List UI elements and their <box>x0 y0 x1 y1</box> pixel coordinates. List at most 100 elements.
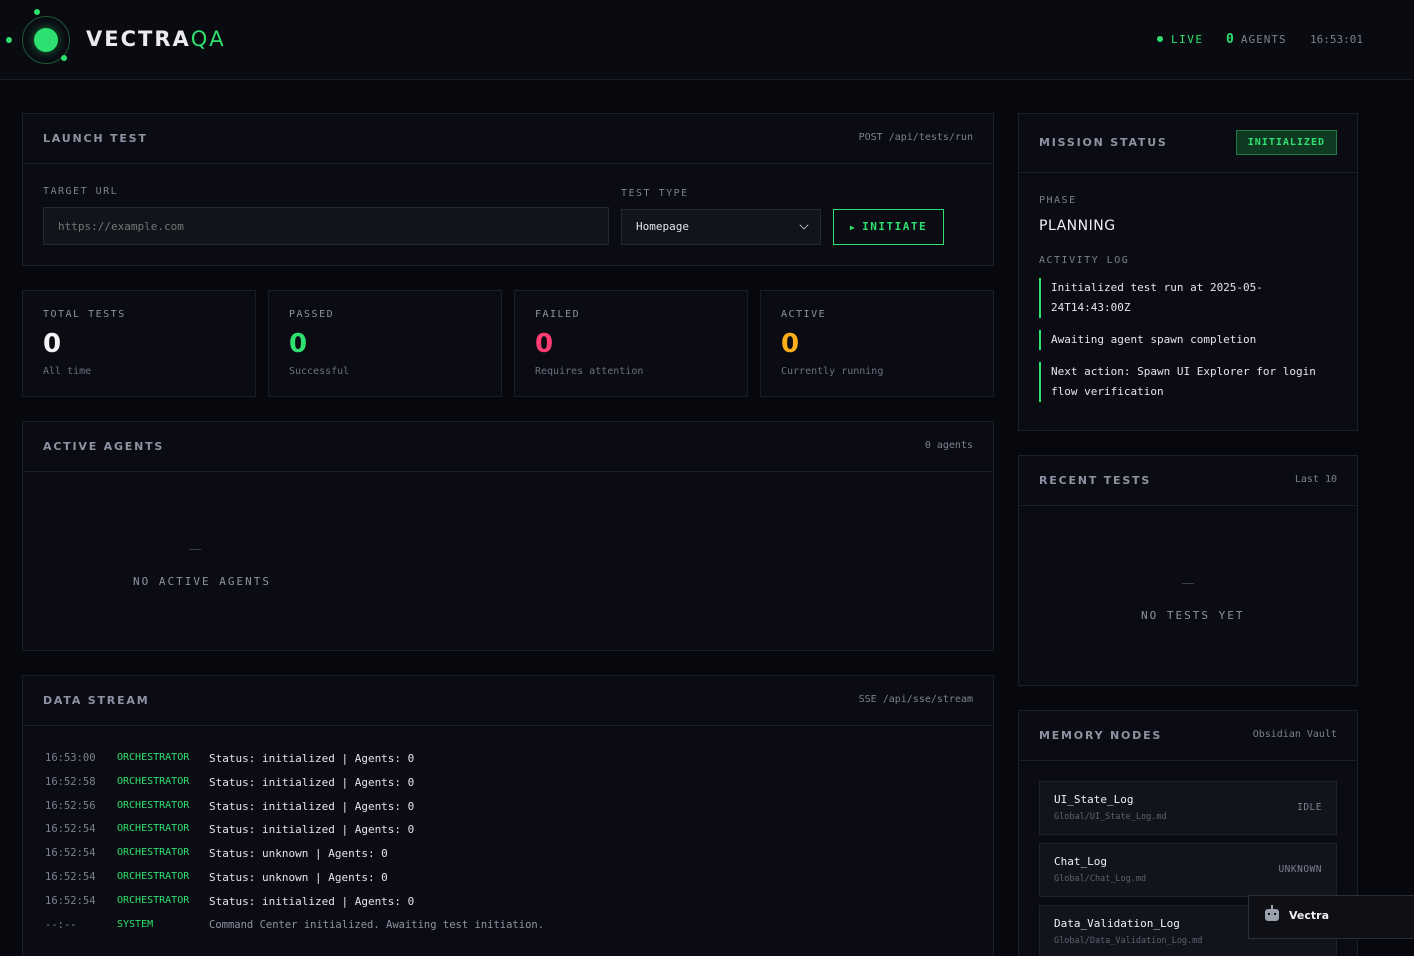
mission-status-header: MISSION STATUS INITIALIZED <box>1019 114 1357 173</box>
phase-value: PLANNING <box>1039 218 1116 234</box>
data-stream-header: DATA STREAM SSE /api/sse/stream <box>23 676 993 726</box>
stat-total-tests: TOTAL TESTS 0 All time <box>22 290 256 397</box>
launch-test-header: LAUNCH TEST POST /api/tests/run <box>23 114 993 164</box>
memory-node-card[interactable]: UI_State_Log Global/UI_State_Log.md IDLE <box>1039 781 1337 835</box>
log-source: ORCHESTRATOR <box>117 871 190 882</box>
test-type-label: TEST TYPE <box>621 188 689 199</box>
phase-label: PHASE <box>1039 195 1077 206</box>
log-source: ORCHESTRATOR <box>117 847 190 858</box>
log-source: SYSTEM <box>117 919 154 930</box>
recent-tests-header: RECENT TESTS Last 10 <box>1019 456 1357 506</box>
launch-test-title: LAUNCH TEST <box>43 132 148 145</box>
stat-sub: Currently running <box>781 366 884 377</box>
memory-node-name: Chat_Log <box>1054 855 1107 868</box>
log-time: --:-- <box>45 919 77 931</box>
initiate-label: INITIATE <box>862 220 928 233</box>
log-time: 16:52:56 <box>45 800 96 812</box>
agents-counter: 0 AGENTS <box>1226 32 1287 47</box>
live-dot-icon <box>1157 36 1163 42</box>
vectra-label: Vectra <box>1289 909 1329 922</box>
stat-passed: PASSED 0 Successful <box>268 290 502 397</box>
recent-tests-panel: RECENT TESTS Last 10 NO TESTS YET <box>1018 455 1358 686</box>
stat-label: FAILED <box>535 309 581 320</box>
active-agents-title: ACTIVE AGENTS <box>43 440 165 453</box>
no-tests-text: NO TESTS YET <box>1141 609 1245 622</box>
recent-tests-title: RECENT TESTS <box>1039 474 1152 487</box>
activity-item: Awaiting agent spawn completion <box>1039 330 1329 350</box>
target-url-label: TARGET URL <box>43 186 119 197</box>
play-icon: ▶ <box>849 223 857 232</box>
activity-log-label: ACTIVITY LOG <box>1039 255 1130 266</box>
stat-value: 0 <box>781 329 800 359</box>
log-message: Command Center initialized. Awaiting tes… <box>209 919 545 931</box>
data-stream-panel: DATA STREAM SSE /api/sse/stream 16:53:00… <box>22 675 994 956</box>
stat-value: 0 <box>43 329 62 359</box>
active-agents-header: ACTIVE AGENTS 0 agents <box>23 422 993 472</box>
memory-node-card[interactable]: Chat_Log Global/Chat_Log.md UNKNOWN <box>1039 843 1337 897</box>
test-type-value: Homepage <box>636 220 689 233</box>
target-url-input[interactable] <box>43 207 609 245</box>
clock: 16:53:01 <box>1310 33 1363 46</box>
vectra-assistant-button[interactable]: Vectra <box>1248 895 1414 939</box>
status-badge: INITIALIZED <box>1235 130 1337 155</box>
active-agents-panel: ACTIVE AGENTS 0 agents NO ACTIVE AGENTS <box>22 421 994 651</box>
activity-item: Next action: Spawn UI Explorer for login… <box>1039 362 1329 402</box>
log-time: 16:52:58 <box>45 776 96 788</box>
log-message: Status: initialized | Agents: 0 <box>209 895 415 908</box>
brand-name: VECTRAQA <box>86 27 226 51</box>
log-time: 16:52:54 <box>45 895 96 907</box>
brand-main: VECTRA <box>86 27 191 51</box>
memory-node-path: Global/UI_State_Log.md <box>1054 812 1167 822</box>
stat-sub: All time <box>43 366 92 377</box>
launch-endpoint: POST /api/tests/run <box>858 132 973 143</box>
log-message: Status: initialized | Agents: 0 <box>209 800 415 813</box>
memory-node-path: Global/Chat_Log.md <box>1054 874 1147 884</box>
recent-tests-meta: Last 10 <box>1294 474 1337 485</box>
log-time: 16:52:54 <box>45 847 96 859</box>
robot-icon <box>1265 905 1279 921</box>
stat-sub: Requires attention <box>535 366 644 377</box>
stat-failed: FAILED 0 Requires attention <box>514 290 748 397</box>
log-message: Status: unknown | Agents: 0 <box>209 847 388 860</box>
stream-endpoint: SSE /api/sse/stream <box>858 694 973 705</box>
agents-count-label: AGENTS <box>1240 33 1287 46</box>
stat-label: ACTIVE <box>781 309 827 320</box>
log-message: Status: unknown | Agents: 0 <box>209 871 388 884</box>
memory-node-name: Data_Validation_Log <box>1054 917 1180 930</box>
memory-node-status: UNKNOWN <box>1278 864 1322 875</box>
stat-label: TOTAL TESTS <box>43 309 126 320</box>
mission-status-panel: MISSION STATUS INITIALIZED PHASE PLANNIN… <box>1018 113 1358 431</box>
empty-dash-icon <box>189 549 201 550</box>
stat-value: 0 <box>535 329 554 359</box>
logo-orbit-dot <box>61 55 67 61</box>
launch-test-panel: LAUNCH TEST POST /api/tests/run TARGET U… <box>22 113 994 266</box>
mission-status-title: MISSION STATUS <box>1039 136 1168 149</box>
chevron-down-icon <box>799 220 809 230</box>
stat-label: PASSED <box>289 309 335 320</box>
memory-node-name: UI_State_Log <box>1054 793 1134 806</box>
log-time: 16:53:00 <box>45 752 96 764</box>
stat-active: ACTIVE 0 Currently running <box>760 290 994 397</box>
initiate-button[interactable]: ▶ INITIATE <box>833 209 944 245</box>
log-message: Status: initialized | Agents: 0 <box>209 752 415 765</box>
log-source: ORCHESTRATOR <box>117 823 190 834</box>
test-type-select[interactable]: Homepage <box>621 209 821 245</box>
top-bar: VECTRAQA LIVE 0 AGENTS 16:53:01 <box>0 0 1414 80</box>
agents-count-value: 0 <box>1226 32 1235 47</box>
log-source: ORCHESTRATOR <box>117 895 190 906</box>
logo-core <box>34 28 58 52</box>
log-time: 16:52:54 <box>45 823 96 835</box>
stat-sub: Successful <box>289 366 350 377</box>
memory-node-path: Global/Data_Validation_Log.md <box>1054 936 1203 946</box>
memory-nodes-title: MEMORY NODES <box>1039 729 1163 742</box>
activity-item: Initialized test run at 2025-05-24T14:43… <box>1039 278 1329 318</box>
live-indicator: LIVE <box>1157 33 1204 46</box>
log-source: ORCHESTRATOR <box>117 776 190 787</box>
agents-meta: 0 agents <box>924 440 973 451</box>
log-message: Status: initialized | Agents: 0 <box>209 823 415 836</box>
live-label: LIVE <box>1171 33 1204 46</box>
log-time: 16:52:54 <box>45 871 96 883</box>
brand-accent: QA <box>190 27 226 51</box>
data-stream-title: DATA STREAM <box>43 694 150 707</box>
empty-dash-icon <box>1182 583 1194 584</box>
